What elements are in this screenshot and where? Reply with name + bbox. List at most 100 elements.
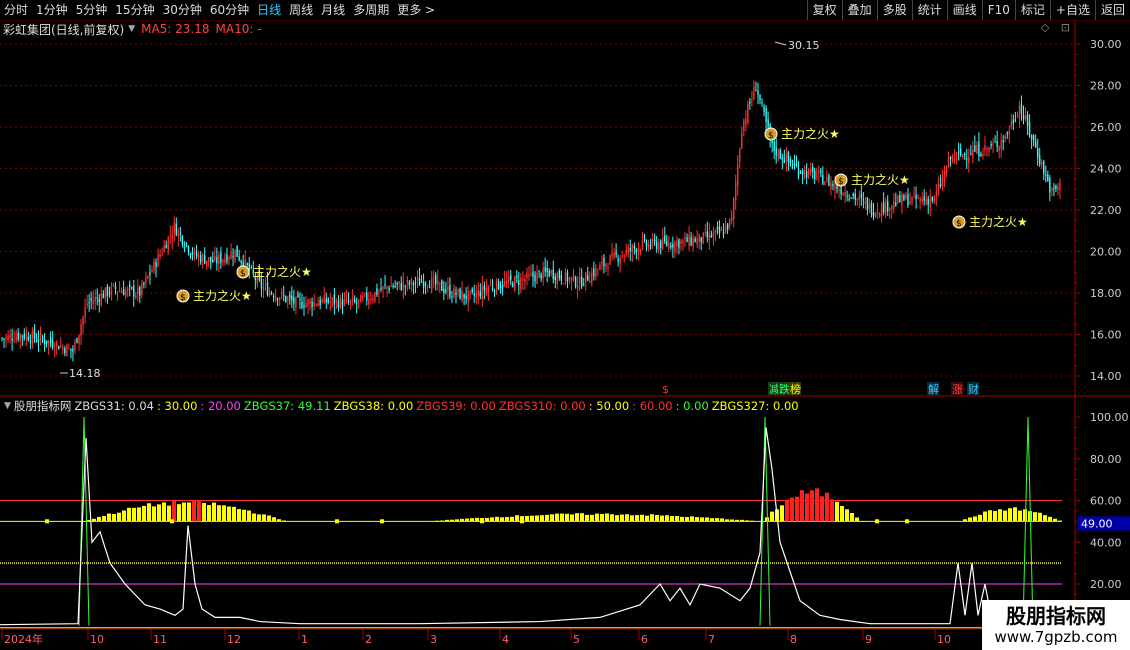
candle-body [307, 299, 309, 306]
candle-body [222, 259, 224, 262]
histogram-bar [830, 499, 834, 522]
candle-body [319, 299, 321, 306]
candle-body [414, 282, 417, 284]
candle-body [175, 223, 178, 236]
low-price-label: 14.18 [69, 367, 101, 380]
candle-body [35, 340, 38, 342]
ind-tick-label: 60.00 [1090, 495, 1122, 508]
candle-body [893, 201, 895, 210]
candle-body [72, 348, 74, 352]
histogram-bar [555, 513, 559, 522]
candle-body [299, 299, 301, 301]
histogram-dot [520, 519, 524, 524]
candle-body [364, 293, 366, 295]
histogram-bar [470, 518, 474, 522]
chevron-down-icon[interactable]: ▼ [4, 401, 11, 411]
candle-body [441, 280, 443, 291]
candle-body [822, 174, 824, 185]
candle-body [341, 299, 344, 307]
candle-body [430, 277, 433, 292]
candle-body [889, 208, 891, 210]
candle-body [358, 299, 360, 301]
histogram-bar [132, 507, 136, 522]
candle-body [116, 291, 119, 294]
candle-body [957, 151, 960, 153]
candle-body [1014, 119, 1017, 121]
candle-body [653, 239, 656, 241]
candle-body [974, 145, 976, 152]
candle-body [246, 263, 248, 266]
event-tag: $ [662, 383, 669, 396]
histogram-bar [282, 520, 286, 522]
ind-tick-label: 80.00 [1090, 453, 1122, 466]
ind-tick-label: 40.00 [1090, 536, 1122, 549]
watermark-title: 股朋指标网 [1006, 604, 1106, 628]
candle-body [708, 232, 711, 241]
candle-body [524, 279, 526, 282]
candle-body [378, 291, 380, 294]
candle-body [1059, 181, 1061, 190]
candle-body [416, 278, 419, 281]
candle-body [66, 344, 68, 357]
candle-body [283, 295, 285, 297]
candle-body [530, 273, 532, 275]
candle-body [558, 270, 561, 278]
histogram-bar [147, 503, 151, 522]
indicator-name[interactable]: 股朋指标网 [14, 398, 72, 414]
candle-body [382, 286, 384, 289]
candle-body [753, 86, 755, 100]
candle-body [447, 287, 449, 290]
candle-body [572, 274, 575, 281]
histogram-bar [267, 515, 271, 522]
candle-body [718, 226, 721, 234]
candle-body [128, 284, 131, 287]
candle-body [392, 285, 394, 288]
candle-body [153, 260, 155, 272]
histogram-bar [810, 490, 814, 522]
candle-body [459, 288, 461, 299]
candle-body [451, 296, 453, 298]
candle-body [147, 276, 149, 279]
candle-body [37, 339, 40, 342]
histogram-bar [117, 512, 121, 522]
candle-body [443, 288, 445, 293]
candle-body [501, 284, 504, 288]
candle-body [741, 132, 743, 149]
histogram-bar [610, 514, 614, 522]
time-axis-label: 2024年 [4, 632, 43, 646]
candle-body [398, 281, 400, 284]
candle-body [420, 282, 423, 284]
histogram-bar [262, 514, 266, 522]
candle-body [313, 301, 315, 307]
candle-body [49, 337, 52, 343]
candle-body [1028, 121, 1031, 136]
candle-body [400, 283, 402, 290]
candle-body [74, 341, 76, 351]
candle-body [161, 253, 163, 255]
signal-label: 主力之火★ [781, 127, 840, 141]
event-tag: 涨 [952, 383, 963, 396]
candle-body [905, 194, 907, 199]
candle-body [98, 298, 100, 303]
price-tick-label: 22.00 [1090, 204, 1122, 217]
candle-body [921, 199, 923, 202]
candle-body [516, 275, 518, 278]
candle-body [520, 277, 522, 290]
candle-body [743, 121, 745, 132]
candle-body [309, 300, 311, 304]
candle-body [714, 230, 717, 234]
candle-body [522, 278, 524, 281]
candle-body [1000, 140, 1002, 150]
candle-body [17, 332, 19, 340]
candle-body [499, 286, 502, 289]
candle-body [518, 280, 520, 286]
histogram-bar [655, 514, 659, 522]
candle-body [807, 169, 810, 175]
histogram-bar [440, 520, 444, 522]
candle-body [410, 279, 413, 284]
candle-body [842, 193, 844, 196]
kline-chart[interactable]: 30.00 28.00 26.00 24.00 22.00 20.00 18.00 16.00… [0, 0, 1130, 650]
candle-body [923, 196, 925, 201]
candle-body [64, 348, 66, 354]
candle-body [595, 267, 597, 278]
